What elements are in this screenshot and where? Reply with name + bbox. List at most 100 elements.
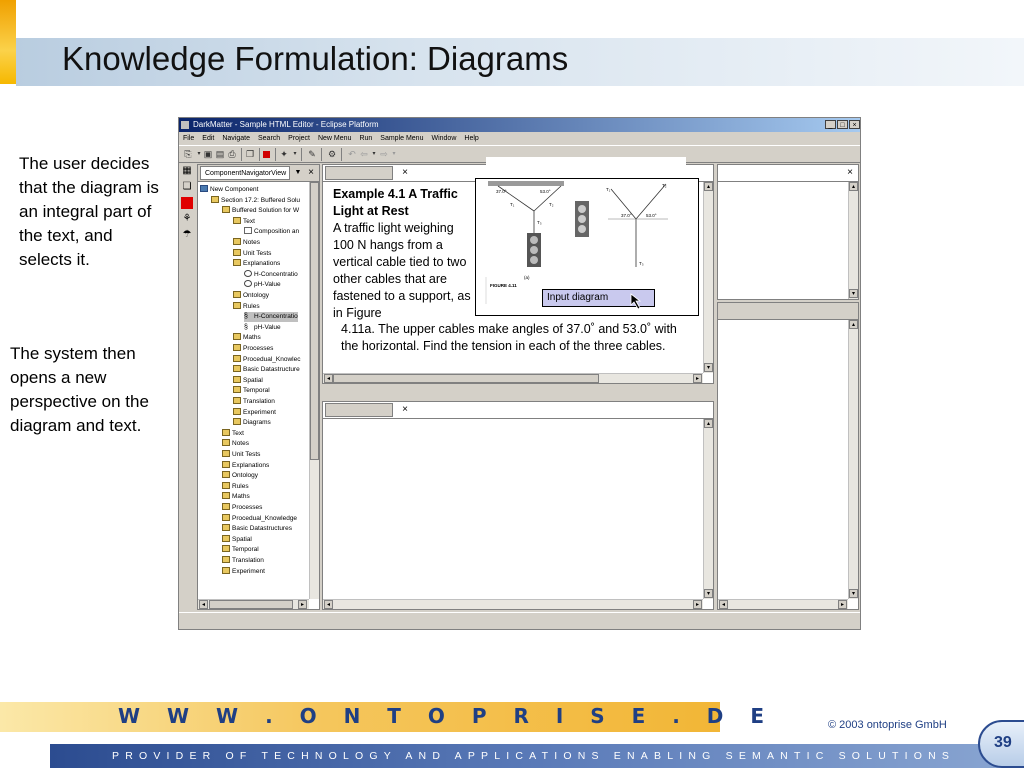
tree-item[interactable]: Notes — [222, 439, 249, 449]
scroll-right-icon[interactable]: ▸ — [298, 600, 307, 609]
maximize-button[interactable]: □ — [837, 120, 848, 129]
editor-top-vscroll[interactable]: ▴ ▾ — [703, 182, 713, 373]
menu-run[interactable]: Run — [355, 132, 376, 145]
close-icon[interactable]: × — [844, 167, 856, 179]
scroll-down-icon[interactable]: ▾ — [704, 363, 713, 372]
navigator-hscroll-thumb[interactable] — [209, 600, 293, 609]
close-icon[interactable]: × — [399, 167, 411, 179]
perspective-debug-icon[interactable]: ⚘ — [181, 213, 193, 225]
tree-item[interactable]: Ontology — [233, 291, 269, 301]
tree-item[interactable]: § pH-Value — [244, 323, 281, 333]
scroll-down-icon[interactable]: ▾ — [704, 589, 713, 598]
tree-item[interactable]: Composition an — [244, 227, 299, 237]
menu-new-menu[interactable]: New Menu — [314, 132, 355, 145]
scroll-right-icon[interactable]: ▸ — [693, 374, 702, 383]
menu-help[interactable]: Help — [460, 132, 482, 145]
tree-item[interactable]: Rules — [222, 481, 249, 492]
tree-item[interactable]: Temporal — [222, 545, 259, 555]
pen-icon[interactable]: ✎ — [307, 149, 317, 159]
menu-search[interactable]: Search — [254, 132, 284, 145]
back-arrow-icon[interactable]: ⇦ — [359, 149, 369, 159]
tree-item[interactable]: Temporal — [233, 386, 270, 396]
right-bottom-vscroll[interactable]: ▴ ▾ — [848, 320, 858, 599]
print-icon[interactable]: ⎙ — [227, 149, 237, 159]
right-bottom-hscroll[interactable]: ◂ ▸ — [718, 599, 848, 609]
close-icon[interactable]: × — [305, 167, 317, 179]
editor-tab[interactable] — [325, 166, 393, 180]
scroll-up-icon[interactable]: ▴ — [704, 182, 713, 191]
tree-item[interactable]: Notes — [233, 238, 260, 248]
menu-sample-menu[interactable]: Sample Menu — [376, 132, 427, 145]
save-icon[interactable]: ▣ — [203, 149, 213, 159]
back-history-icon[interactable]: ↶ — [347, 149, 357, 159]
stop-icon[interactable] — [263, 151, 270, 158]
editor-bottom-tab[interactable] — [325, 403, 393, 417]
tree-item[interactable]: Explanations — [222, 460, 269, 471]
tree-item[interactable]: Spatial — [233, 375, 263, 386]
navigator-vscroll[interactable] — [309, 182, 319, 599]
scroll-left-icon[interactable]: ◂ — [719, 600, 728, 609]
tree-item[interactable]: H-Concentratio — [244, 269, 298, 280]
scroll-up-icon[interactable]: ▴ — [849, 182, 858, 191]
tree-item[interactable]: Text — [222, 428, 244, 439]
tree-item[interactable]: Translation — [233, 397, 275, 407]
tree-item[interactable]: Explanations — [233, 259, 280, 269]
tree-item[interactable]: Translation — [222, 556, 264, 566]
scroll-left-icon[interactable]: ◂ — [199, 600, 208, 609]
tree-item[interactable]: Unit Tests — [222, 450, 260, 460]
tree-item[interactable]: Maths — [233, 333, 261, 343]
tree-item[interactable]: Spatial — [222, 534, 252, 545]
tree-item[interactable]: Rules — [233, 301, 260, 312]
editor-bottom-vscroll[interactable]: ▴ ▾ — [703, 419, 713, 599]
tree-item[interactable]: New Component — [200, 185, 258, 195]
tree-item[interactable]: Processes — [233, 344, 273, 354]
dropdown-arrow-icon[interactable]: ▾ — [389, 149, 399, 159]
minimize-button[interactable]: _ — [825, 120, 836, 129]
scroll-down-icon[interactable]: ▾ — [849, 289, 858, 298]
tree-item[interactable]: Experiment — [233, 407, 276, 418]
tree-item[interactable]: Ontology — [222, 471, 258, 481]
scroll-right-icon[interactable]: ▸ — [693, 600, 702, 609]
tree-item[interactable]: Maths — [222, 492, 250, 502]
tree-item[interactable]: Section 17.2: Buffered Solu — [211, 195, 300, 206]
navigator-vscroll-thumb[interactable] — [310, 182, 319, 460]
tree-item[interactable]: Basic Datastructures — [222, 524, 292, 534]
editor-bottom-hscroll[interactable]: ◂ ▸ — [323, 599, 703, 609]
forward-arrow-icon[interactable]: ⇨ — [379, 149, 389, 159]
menu-edit[interactable]: Edit — [198, 132, 218, 145]
navigator-tab[interactable]: ComponentNavigatorView — [200, 166, 290, 180]
scroll-left-icon[interactable]: ◂ — [324, 374, 333, 383]
menu-project[interactable]: Project — [284, 132, 314, 145]
dropdown-arrow-icon[interactable]: ▾ — [369, 149, 379, 159]
editor-top-hscroll-thumb[interactable] — [333, 374, 599, 383]
save-all-icon[interactable]: ▤ — [215, 149, 225, 159]
close-button[interactable]: × — [849, 120, 860, 129]
close-icon[interactable]: × — [399, 404, 411, 416]
dropdown-arrow-icon[interactable]: ▾ — [290, 149, 300, 159]
tree-item[interactable]: Unit Tests — [233, 248, 271, 259]
tree-item[interactable]: Buffered Solution for W — [222, 206, 299, 216]
perspective-java-icon[interactable]: ❏ — [181, 181, 193, 193]
scroll-left-icon[interactable]: ◂ — [324, 600, 333, 609]
perspective-stop-icon[interactable] — [181, 197, 193, 209]
menu-window[interactable]: Window — [427, 132, 460, 145]
footer-url[interactable]: W W W . O N T O P R I S E . D E — [118, 704, 774, 728]
open-type-icon[interactable]: ❐ — [245, 149, 255, 159]
menu-file[interactable]: File — [179, 132, 198, 145]
run-icon[interactable]: ✦ — [279, 149, 289, 159]
view-menu-icon[interactable]: ▼ — [292, 167, 304, 179]
right-top-vscroll[interactable]: ▴ ▾ — [848, 182, 858, 299]
tree-item[interactable]: Processes — [222, 503, 262, 513]
gear-icon[interactable]: ⚙ — [327, 149, 337, 159]
tree-item[interactable]: Basic Datastructure — [233, 365, 300, 375]
tree-item[interactable]: Procedual_Knowledge — [222, 513, 297, 524]
perspective-resource-icon[interactable]: ▦ — [181, 165, 193, 177]
scroll-right-icon[interactable]: ▸ — [838, 600, 847, 609]
perspective-team-icon[interactable]: ☂ — [181, 229, 193, 241]
scroll-down-icon[interactable]: ▾ — [849, 589, 858, 598]
menu-navigate[interactable]: Navigate — [218, 132, 254, 145]
new-icon[interactable]: ⎘ — [183, 149, 193, 159]
navigator-hscroll[interactable]: ◂ ▸ — [198, 599, 309, 609]
tree-item[interactable]: Diagrams — [233, 418, 271, 428]
editor-top-hscroll[interactable]: ◂ ▸ — [323, 373, 703, 383]
